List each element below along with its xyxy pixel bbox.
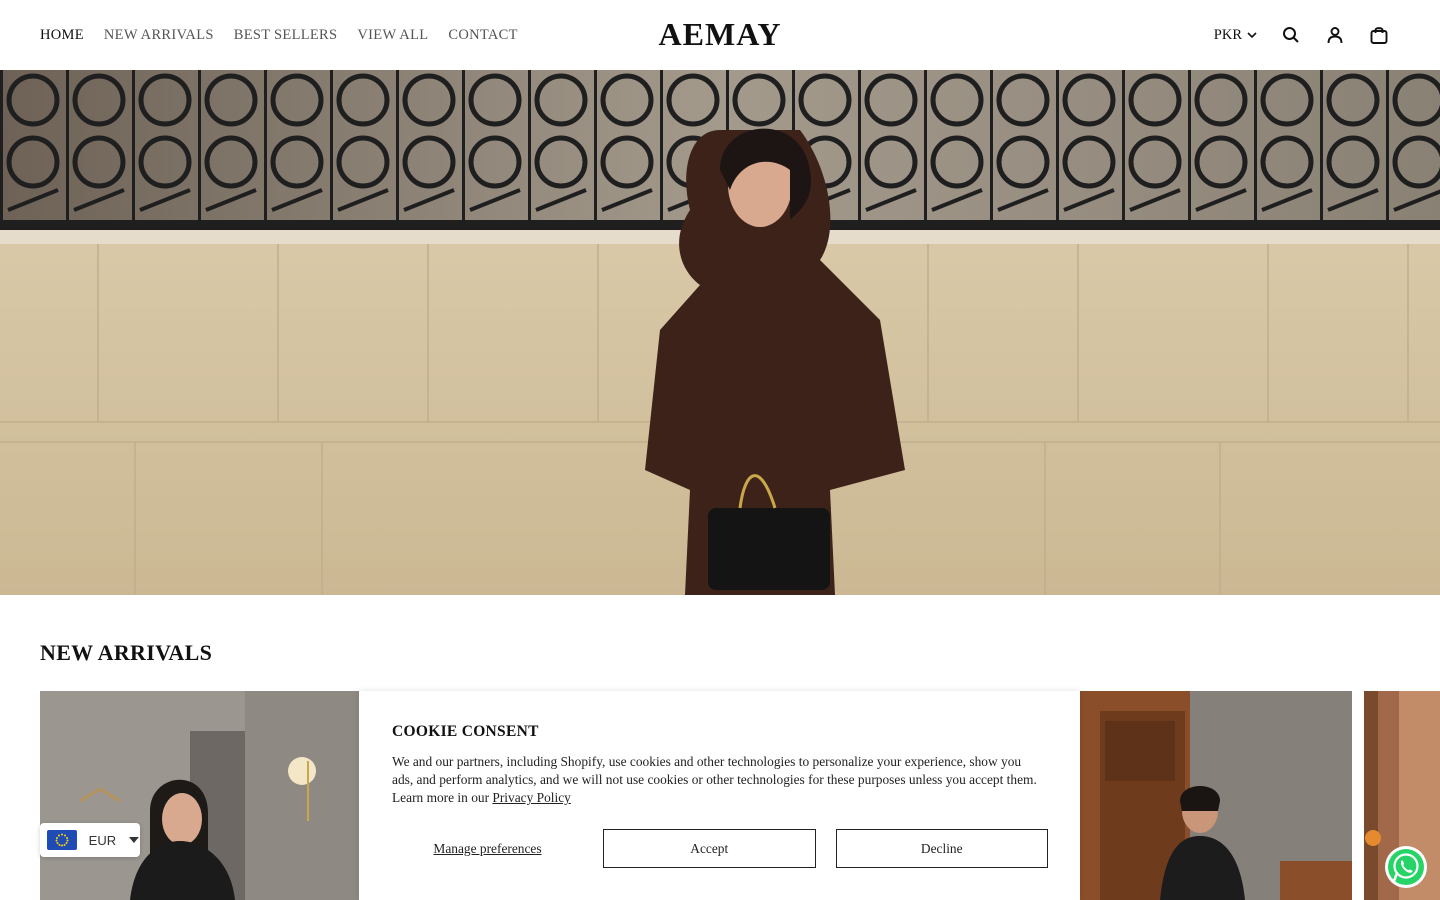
main-nav: HOME NEW ARRIVALS BEST SELLERS VIEW ALL … xyxy=(40,0,518,70)
cookie-title: COOKIE CONSENT xyxy=(392,723,539,740)
nav-view-all[interactable]: VIEW ALL xyxy=(357,27,428,44)
cookie-text: We and our partners, including Shopify, … xyxy=(392,753,1042,807)
section-title: NEW ARRIVALS xyxy=(40,640,213,665)
whatsapp-icon xyxy=(1385,846,1427,888)
cookie-consent-dialog: COOKIE CONSENT We and our partners, incl… xyxy=(359,691,1080,900)
nav-best-sellers[interactable]: BEST SELLERS xyxy=(234,27,338,44)
cookie-actions: Manage preferences Accept Decline xyxy=(392,829,1048,868)
privacy-policy-link[interactable]: Privacy Policy xyxy=(492,790,570,805)
currency-selector-code: EUR xyxy=(88,832,117,848)
currency-selector[interactable]: EUR xyxy=(40,823,140,857)
search-button[interactable] xyxy=(1280,24,1302,46)
hero-image xyxy=(0,70,1440,595)
account-icon xyxy=(1327,27,1343,44)
product-card-2[interactable] xyxy=(1080,691,1352,900)
cart-button[interactable] xyxy=(1368,24,1390,46)
site-header: HOME NEW ARRIVALS BEST SELLERS VIEW ALL … xyxy=(0,0,1440,70)
product-card-1[interactable] xyxy=(40,691,359,900)
product-image-1 xyxy=(40,691,359,900)
accept-button[interactable]: Accept xyxy=(603,829,816,868)
whatsapp-button[interactable] xyxy=(1384,845,1428,889)
site-logo[interactable]: AEMAY xyxy=(659,16,782,52)
nav-contact[interactable]: CONTACT xyxy=(448,27,517,44)
decline-button[interactable]: Decline xyxy=(835,829,1048,868)
account-button[interactable] xyxy=(1324,24,1346,46)
cookie-body: We and our partners, including Shopify, … xyxy=(392,754,1037,805)
nav-new-arrivals[interactable]: NEW ARRIVALS xyxy=(104,27,214,44)
search-icon xyxy=(1283,27,1299,43)
nav-home[interactable]: HOME xyxy=(40,27,84,44)
currency-dropdown[interactable]: PKR xyxy=(1214,27,1258,44)
caret-down-icon xyxy=(129,837,140,843)
currency-code: PKR xyxy=(1213,26,1242,43)
chevron-down-icon xyxy=(1247,32,1257,39)
manage-preferences-link[interactable]: Manage preferences xyxy=(392,829,583,868)
eu-flag-icon xyxy=(47,830,77,850)
hero-banner[interactable] xyxy=(0,70,1440,595)
product-image-2 xyxy=(1080,691,1352,900)
cart-icon xyxy=(1370,27,1388,44)
header-actions: PKR xyxy=(1214,0,1390,70)
